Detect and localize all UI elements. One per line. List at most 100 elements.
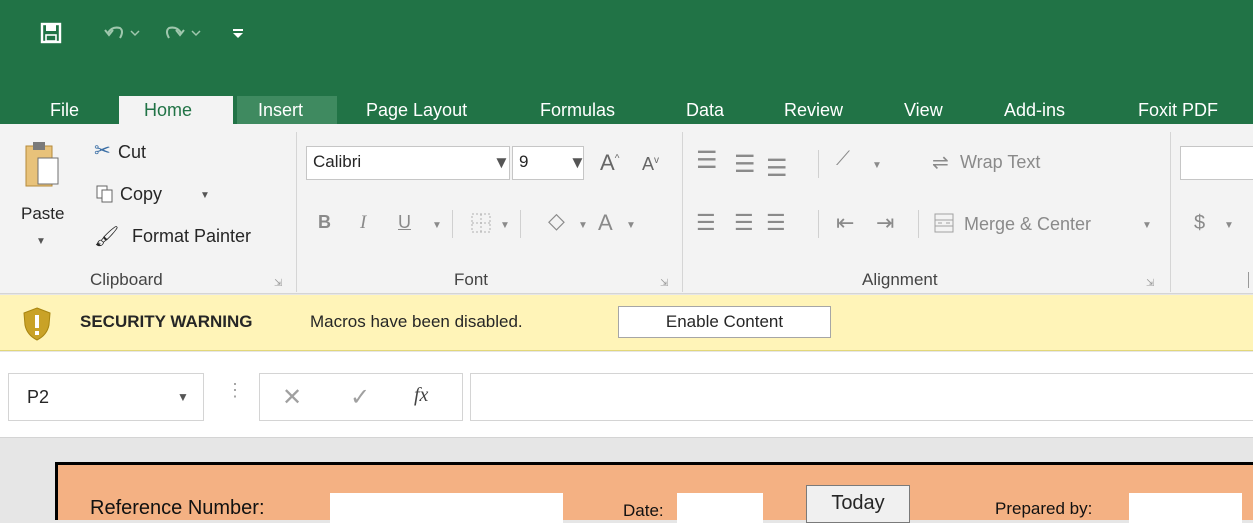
- date-input[interactable]: [677, 493, 763, 523]
- reference-number-input[interactable]: [330, 493, 563, 523]
- paste-dropdown-icon[interactable]: ▼: [36, 236, 46, 247]
- increase-font-size-icon[interactable]: A^: [600, 150, 619, 176]
- security-warning-message: Macros have been disabled.: [310, 312, 523, 331]
- alignment-dialog-launcher-icon[interactable]: ⇲: [1146, 278, 1158, 290]
- cut-button[interactable]: ✂ Cut: [94, 138, 174, 168]
- wrap-text-icon: ⇌: [932, 152, 949, 174]
- decrease-font-label: A: [642, 154, 655, 174]
- tab-insert[interactable]: Insert: [254, 96, 307, 124]
- middle-align-icon[interactable]: ☰: [734, 150, 756, 179]
- tab-file[interactable]: File: [46, 96, 83, 124]
- font-name-value: Calibri: [313, 152, 362, 171]
- paste-label: Paste: [21, 204, 65, 223]
- align-center-icon[interactable]: ☰: [734, 210, 754, 236]
- wrap-text-button[interactable]: ⇌ Wrap Text: [932, 148, 1072, 178]
- copy-button[interactable]: Copy ▼: [94, 180, 214, 210]
- tab-foxit-pdf[interactable]: Foxit PDF: [1134, 96, 1222, 124]
- security-warning-title: SECURITY WARNING: [80, 312, 253, 331]
- quick-access-toolbar: [0, 0, 1253, 68]
- font-name-select[interactable]: Calibri ▼: [306, 146, 510, 180]
- chevron-down-icon: ▼: [569, 153, 586, 172]
- underline-button[interactable]: U: [398, 212, 411, 233]
- underline-dropdown-icon[interactable]: ▼: [432, 220, 442, 231]
- format-painter-button[interactable]: 🖌 Format Painter: [94, 222, 284, 252]
- wrap-text-label: Wrap Text: [960, 152, 1041, 172]
- formula-input[interactable]: [470, 373, 1253, 421]
- increase-indent-icon[interactable]: ⇥: [876, 210, 894, 236]
- tab-page-layout[interactable]: Page Layout: [362, 96, 471, 124]
- font-dialog-launcher-icon[interactable]: ⇲: [660, 278, 672, 290]
- decrease-font-size-icon[interactable]: Av: [642, 154, 659, 175]
- formula-bar-area: P2 ▼ ⋮ ✕ ✓ fx: [0, 352, 1253, 438]
- save-icon[interactable]: [38, 20, 64, 46]
- tab-data[interactable]: Data: [682, 96, 728, 124]
- cancel-icon[interactable]: ✕: [282, 383, 302, 412]
- fill-color-dropdown-icon[interactable]: ▼: [578, 220, 588, 231]
- customize-qat-icon[interactable]: [228, 20, 248, 46]
- formula-buttons: ✕ ✓ fx: [259, 373, 463, 421]
- tab-formulas[interactable]: Formulas: [536, 96, 619, 124]
- borders-dropdown-icon[interactable]: ▼: [500, 220, 510, 231]
- name-box[interactable]: P2 ▼: [8, 373, 204, 421]
- worksheet-area: Reference Number: Date: Today Prepared b…: [0, 439, 1253, 523]
- font-color-button[interactable]: A: [598, 210, 613, 236]
- clipboard-dialog-launcher-icon[interactable]: ⇲: [274, 278, 286, 290]
- insert-function-icon[interactable]: fx: [414, 384, 428, 407]
- tab-review[interactable]: Review: [780, 96, 847, 124]
- undo-icon[interactable]: [102, 20, 142, 46]
- orientation-icon[interactable]: ⟋: [836, 148, 850, 171]
- merge-center-button[interactable]: Merge & Center ▼: [932, 210, 1164, 240]
- security-warning-bar: SECURITY WARNING Macros have been disabl…: [0, 295, 1253, 351]
- paste-button[interactable]: Paste ▼: [18, 138, 66, 258]
- format-painter-label: Format Painter: [132, 226, 252, 246]
- merge-center-label: Merge & Center: [964, 214, 1092, 234]
- form-header-region: Reference Number: Date: Today Prepared b…: [55, 462, 1253, 523]
- enter-check-icon[interactable]: ✓: [350, 383, 370, 412]
- italic-button[interactable]: I: [360, 212, 366, 234]
- prepared-by-input[interactable]: [1129, 493, 1242, 523]
- top-align-icon[interactable]: ☰: [696, 146, 718, 175]
- font-size-value: 9: [519, 152, 529, 171]
- fill-color-icon[interactable]: ◇: [548, 208, 565, 234]
- chevron-down-icon: ▼: [493, 153, 510, 172]
- name-box-value: P2: [27, 387, 50, 407]
- borders-icon[interactable]: [470, 212, 492, 234]
- shield-warning-icon: [23, 307, 51, 341]
- ribbon-home: Paste ▼ ✂ Cut Copy ▼ 🖌 Format Painter Cl…: [0, 124, 1253, 294]
- font-group-label: Font: [454, 270, 489, 289]
- enable-content-button[interactable]: Enable Content: [618, 306, 831, 338]
- increase-font-label: A: [600, 150, 615, 175]
- copy-dropdown-icon[interactable]: ▼: [200, 190, 210, 201]
- reference-number-label: Reference Number:: [90, 497, 265, 519]
- today-button[interactable]: Today: [806, 485, 910, 523]
- orientation-dropdown-icon[interactable]: ▼: [872, 160, 882, 171]
- prepared-by-label: Prepared by:: [995, 499, 1093, 518]
- font-color-dropdown-icon[interactable]: ▼: [626, 220, 636, 231]
- tab-add-ins[interactable]: Add-ins: [1000, 96, 1069, 124]
- copy-icon: [96, 185, 113, 203]
- tab-view[interactable]: View: [900, 96, 947, 124]
- cut-label: Cut: [118, 142, 147, 162]
- group-separator: [1170, 132, 1171, 292]
- bottom-align-icon[interactable]: ☰: [766, 154, 788, 183]
- date-label: Date:: [623, 501, 664, 520]
- group-separator: [296, 132, 297, 292]
- alignment-group-label: Alignment: [862, 270, 938, 289]
- decrease-indent-icon[interactable]: ⇤: [836, 210, 854, 236]
- currency-dropdown-icon[interactable]: ▼: [1224, 220, 1234, 231]
- divider: [818, 210, 819, 238]
- currency-button[interactable]: $: [1194, 212, 1205, 235]
- align-right-icon[interactable]: ☰: [766, 210, 786, 236]
- merge-center-icon: [934, 213, 954, 233]
- align-left-icon[interactable]: ☰: [696, 210, 716, 236]
- font-size-select[interactable]: 9 ▼: [512, 146, 586, 180]
- number-format-select[interactable]: [1180, 146, 1253, 180]
- formula-bar-resize-handle[interactable]: ⋮: [226, 380, 244, 401]
- chevron-down-icon[interactable]: ▼: [177, 390, 189, 404]
- redo-icon[interactable]: [163, 20, 203, 46]
- bold-button[interactable]: B: [318, 212, 331, 233]
- tab-home[interactable]: Home: [140, 96, 196, 124]
- clipboard-group-label: Clipboard: [90, 270, 163, 289]
- divider: [818, 150, 819, 178]
- paintbrush-icon: 🖌: [94, 226, 120, 248]
